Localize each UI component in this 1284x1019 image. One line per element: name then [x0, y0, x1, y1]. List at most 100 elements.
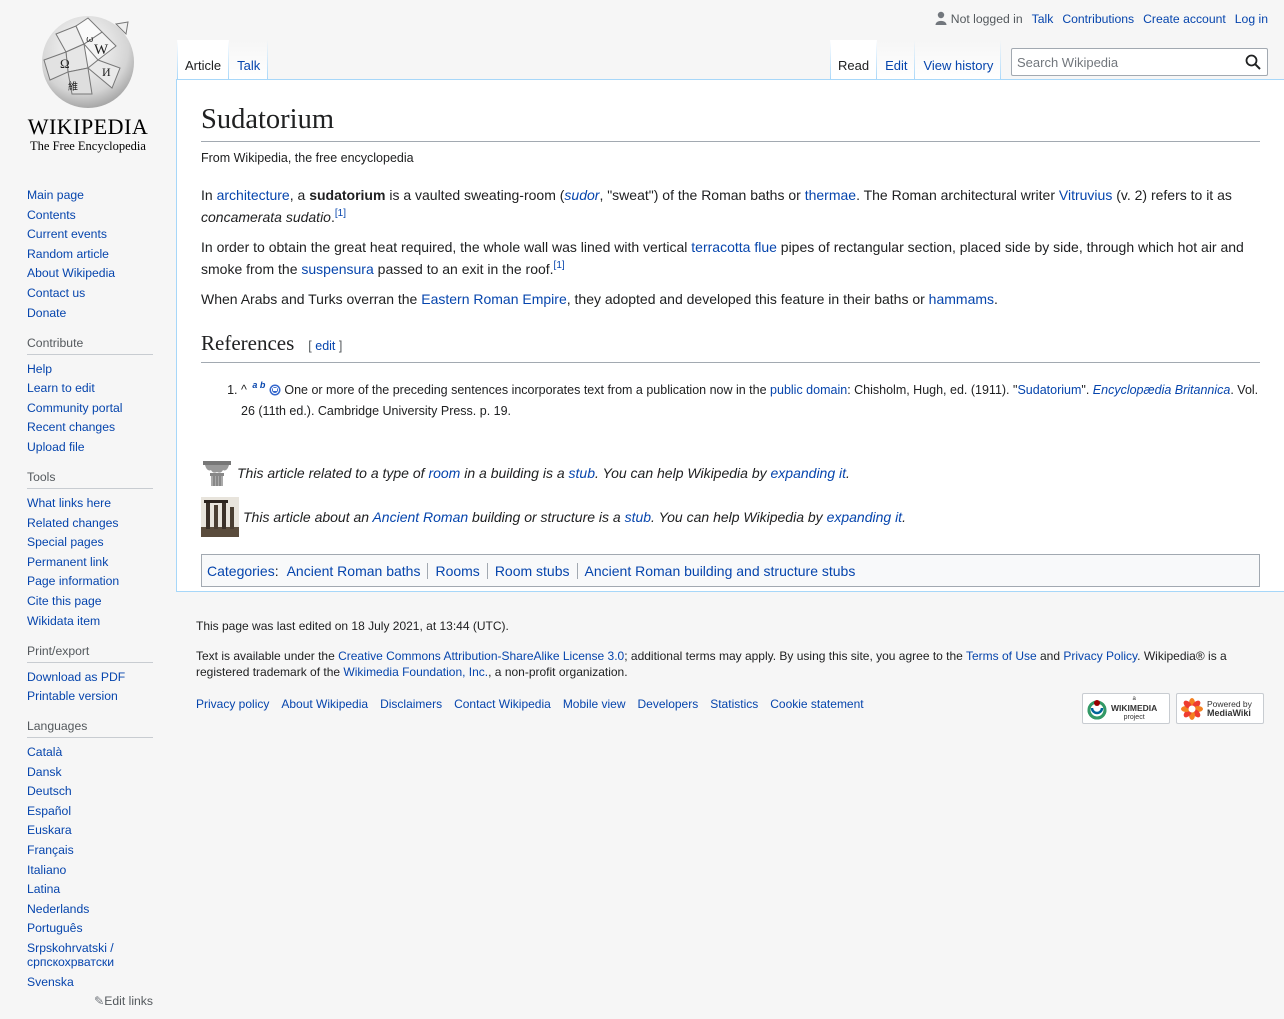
reference-item: ^ a b One or more of the preceding sente… — [241, 380, 1260, 422]
link-wikimedia-foundation[interactable]: Wikimedia Foundation, Inc. — [343, 665, 488, 679]
navigation-portal: Main page Contents Current events Random… — [27, 186, 153, 320]
footer-cookie-statement[interactable]: Cookie statement — [770, 697, 863, 711]
link-encyclopaedia-britannica[interactable]: Encyclopædia Britannica — [1093, 383, 1231, 397]
sidebar-item-download-pdf[interactable]: Download as PDF — [27, 670, 125, 684]
sidebar-item-community-portal[interactable]: Community portal — [27, 401, 123, 415]
footer-developers[interactable]: Developers — [638, 697, 699, 711]
link-terracotta[interactable]: terracotta — [691, 239, 750, 255]
categories-label[interactable]: Categories — [207, 563, 275, 579]
sidebar-item-contact-us[interactable]: Contact us — [27, 286, 85, 300]
sidebar-item-lang-dansk[interactable]: Dansk — [27, 765, 62, 779]
sidebar-item-lang-espanol[interactable]: Español — [27, 804, 71, 818]
column-capital-icon[interactable] — [201, 460, 233, 487]
sidebar-item-lang-italiano[interactable]: Italiano — [27, 863, 66, 877]
category-room-stubs[interactable]: Room stubs — [486, 562, 577, 579]
citation-ref-1[interactable]: [1] — [335, 208, 346, 219]
footer-statistics[interactable]: Statistics — [710, 697, 758, 711]
link-room[interactable]: room — [428, 465, 460, 481]
citation-ref-1[interactable]: [1] — [554, 260, 565, 271]
category-ancient-roman-baths[interactable]: Ancient Roman baths — [279, 563, 428, 579]
footer-disclaimers[interactable]: Disclaimers — [380, 697, 442, 711]
tab-article[interactable]: Article — [177, 40, 230, 80]
tab-edit[interactable]: Edit — [877, 40, 916, 80]
search-icon[interactable] — [1245, 54, 1261, 70]
sidebar-item-cite-this-page[interactable]: Cite this page — [27, 594, 102, 608]
footer-about-wikipedia[interactable]: About Wikipedia — [281, 697, 368, 711]
link-eastern-roman-empire[interactable]: Eastern Roman Empire — [421, 291, 567, 307]
search-input[interactable] — [1012, 49, 1232, 75]
link-expanding-it[interactable]: expanding it — [827, 509, 903, 525]
footer-privacy-policy[interactable]: Privacy policy — [196, 697, 269, 711]
ref-backlink-a[interactable]: a — [252, 380, 257, 390]
link-public-domain[interactable]: public domain — [770, 383, 847, 397]
text: building or structure is a — [468, 509, 625, 526]
sidebar-item-random-article[interactable]: Random article — [27, 247, 109, 261]
sidebar-item-permanent-link[interactable]: Permanent link — [27, 555, 108, 569]
sidebar-item-lang-svenska[interactable]: Svenska — [27, 975, 74, 989]
link-sudor[interactable]: sudor — [564, 187, 599, 203]
references-heading: References [ edit ] — [201, 330, 1260, 363]
link-hammams[interactable]: hammams — [929, 291, 994, 307]
sidebar-item-contents[interactable]: Contents — [27, 208, 76, 222]
create-account-link[interactable]: Create account — [1143, 12, 1226, 26]
footer-mobile-view[interactable]: Mobile view — [563, 697, 626, 711]
sidebar-item-help[interactable]: Help — [27, 362, 52, 376]
link-stub[interactable]: stub — [625, 509, 651, 525]
sidebar-item-lang-catala[interactable]: Català — [27, 745, 62, 759]
ref-caret: ^ — [241, 383, 247, 398]
sidebar-item-main-page[interactable]: Main page — [27, 188, 84, 202]
link-privacy-policy[interactable]: Privacy Policy — [1063, 649, 1137, 663]
roman-ruins-icon[interactable] — [201, 497, 239, 538]
talk-link[interactable]: Talk — [1032, 12, 1054, 26]
sidebar-item-learn-to-edit[interactable]: Learn to edit — [27, 381, 95, 395]
text: (v. 2) refers to it as — [1112, 187, 1232, 203]
stub-text: This article related to a type of room i… — [237, 465, 850, 481]
tab-talk[interactable]: Talk — [229, 40, 269, 80]
category-ancient-roman-building-stubs[interactable]: Ancient Roman building and structure stu… — [576, 562, 863, 579]
wikimedia-project-badge[interactable]: a WIKIMEDIA project — [1082, 693, 1170, 724]
sidebar-item-lang-portugues[interactable]: Português — [27, 921, 83, 935]
sidebar-item-lang-francais[interactable]: Français — [27, 843, 74, 857]
sidebar-item-wikidata-item[interactable]: Wikidata item — [27, 614, 100, 628]
sidebar-item-lang-nederlands[interactable]: Nederlands — [27, 902, 89, 916]
link-terms-of-use[interactable]: Terms of Use — [966, 649, 1037, 663]
sidebar-item-lang-latina[interactable]: Latina — [27, 882, 60, 896]
sidebar-item-upload-file[interactable]: Upload file — [27, 440, 85, 454]
edit-links[interactable]: ✎Edit links — [27, 994, 153, 1008]
sidebar-item-donate[interactable]: Donate — [27, 306, 66, 320]
sidebar-item-recent-changes[interactable]: Recent changes — [27, 420, 115, 434]
sidebar-item-lang-deutsch[interactable]: Deutsch — [27, 784, 72, 798]
powered-by-mediawiki-badge[interactable]: Powered by MediaWiki — [1176, 693, 1264, 724]
contributions-link[interactable]: Contributions — [1062, 12, 1134, 26]
footer-contact-wikipedia[interactable]: Contact Wikipedia — [454, 697, 551, 711]
log-in-link[interactable]: Log in — [1235, 12, 1268, 26]
sidebar-item-lang-euskara[interactable]: Euskara — [27, 823, 72, 837]
link-vitruvius[interactable]: Vitruvius — [1059, 187, 1112, 203]
ref-backlink-b[interactable]: b — [260, 380, 266, 390]
sidebar-item-what-links-here[interactable]: What links here — [27, 496, 111, 510]
tab-view-history[interactable]: View history — [915, 40, 1002, 80]
footer-badges: a WIKIMEDIA project Powered by MediaWiki — [1082, 693, 1264, 724]
personal-tools: Not logged in Talk Contributions Create … — [935, 11, 1268, 26]
sidebar-item-about-wikipedia[interactable]: About Wikipedia — [27, 266, 115, 280]
link-suspensura[interactable]: suspensura — [301, 261, 373, 277]
text: When Arabs and Turks overran the — [201, 291, 422, 307]
edit-section-link[interactable]: edit — [315, 339, 335, 353]
sidebar-item-lang-srpskohrvatski[interactable]: Srpskohrvatski / српскохрватски — [27, 941, 114, 969]
sidebar-item-current-events[interactable]: Current events — [27, 227, 107, 241]
link-architecture[interactable]: architecture — [217, 187, 290, 203]
sidebar-item-special-pages[interactable]: Special pages — [27, 535, 104, 549]
category-rooms[interactable]: Rooms — [427, 562, 486, 579]
wikipedia-logo[interactable]: W Ω И 維 ω WIKIPEDIA The Free Encyclopedi… — [0, 0, 176, 160]
link-sudatorium-source[interactable]: Sudatorium — [1017, 383, 1081, 397]
tab-read[interactable]: Read — [830, 40, 878, 80]
sidebar-item-related-changes[interactable]: Related changes — [27, 516, 118, 530]
link-expanding-it[interactable]: expanding it — [771, 465, 847, 481]
link-ancient-roman[interactable]: Ancient Roman — [372, 509, 468, 525]
link-thermae[interactable]: thermae — [805, 187, 856, 203]
sidebar-item-page-information[interactable]: Page information — [27, 574, 119, 588]
link-stub[interactable]: stub — [569, 465, 595, 481]
link-cc-license[interactable]: Creative Commons Attribution-ShareAlike … — [338, 649, 624, 663]
sidebar-item-printable-version[interactable]: Printable version — [27, 689, 118, 703]
link-flue[interactable]: flue — [754, 239, 777, 255]
